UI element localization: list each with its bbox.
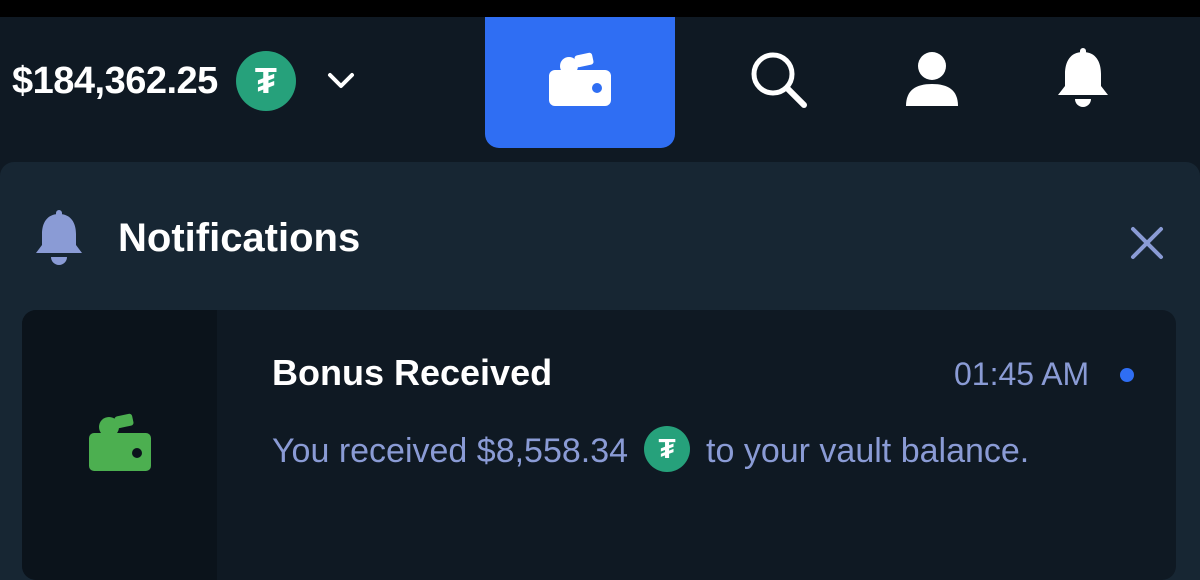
notifications-panel: Notifications Bonus Received 01:45 AM Yo… — [0, 162, 1200, 580]
notification-body: You received $8,558.34 ₮ to your vault bal… — [272, 418, 1032, 484]
chevron-down-icon[interactable] — [324, 64, 358, 98]
notification-icon-column — [22, 310, 217, 580]
tether-icon: ₮ — [644, 426, 691, 473]
notification-body-suffix: to your vault balance. — [706, 432, 1030, 470]
bell-icon — [1054, 47, 1112, 115]
wallet-icon — [547, 52, 613, 113]
panel-title: Notifications — [118, 216, 361, 260]
profile-button[interactable] — [897, 46, 967, 116]
notification-time: 01:45 AM — [954, 356, 1090, 392]
notification-title: Bonus Received — [272, 352, 553, 393]
user-icon — [904, 50, 960, 113]
bell-icon — [30, 208, 88, 268]
notification-item[interactable]: Bonus Received 01:45 AM You received $8,… — [22, 310, 1176, 580]
notification-body-prefix: You received $8,558.34 — [272, 432, 629, 470]
tether-icon: ₮ — [235, 51, 296, 111]
top-bar: $184,362.25 ₮ — [0, 17, 1200, 162]
search-icon — [747, 48, 809, 115]
status-strip — [0, 0, 1200, 17]
balance-amount: $184,362.25 — [12, 59, 218, 102]
close-icon[interactable] — [1122, 218, 1172, 268]
wallet-icon — [85, 413, 155, 478]
balance-selector[interactable]: $184,362.25 ₮ — [12, 51, 358, 111]
panel-header: Notifications — [0, 202, 1200, 272]
notifications-button[interactable] — [1048, 46, 1118, 116]
wallet-button[interactable] — [485, 17, 675, 148]
search-button[interactable] — [743, 46, 813, 116]
unread-dot — [1120, 368, 1134, 382]
